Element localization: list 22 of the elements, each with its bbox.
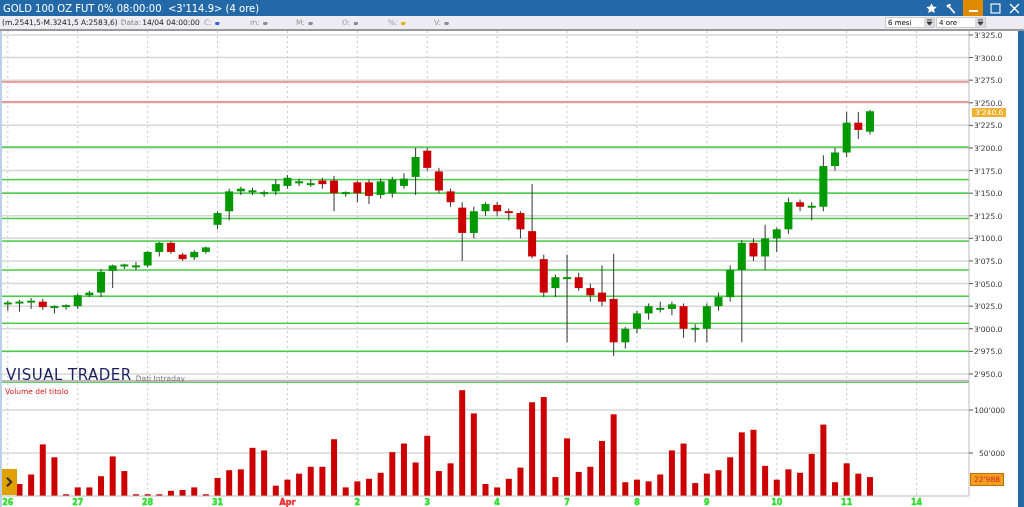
date-label: Apr — [279, 498, 296, 507]
date-label: 8 — [634, 498, 640, 507]
date-label: 3 — [424, 498, 431, 507]
field-value: - — [443, 16, 449, 29]
date-label: 4 — [494, 498, 500, 507]
date-label: 2 — [354, 498, 361, 507]
field-value: - — [262, 16, 268, 29]
logo-text: VISUAL TRADER — [6, 367, 132, 383]
field-value: - — [353, 16, 359, 29]
date-label: 7 — [564, 498, 570, 507]
date-label: 28 — [142, 498, 154, 507]
date-label: 26 — [2, 498, 14, 507]
field-value: - — [400, 16, 406, 29]
window-title: GOLD 100 OZ FUT 0% 08:00:00 <3'114.9> (4 ore) — [3, 2, 260, 14]
date-label: 14 — [911, 498, 923, 507]
field-value: - — [307, 16, 313, 29]
date-label: 10 — [771, 498, 783, 507]
date-label: 27 — [72, 498, 84, 507]
field-value: - — [214, 16, 220, 29]
date-label: 31 — [211, 498, 224, 507]
date-label: 11 — [841, 498, 853, 507]
date-label: 9 — [704, 498, 710, 507]
